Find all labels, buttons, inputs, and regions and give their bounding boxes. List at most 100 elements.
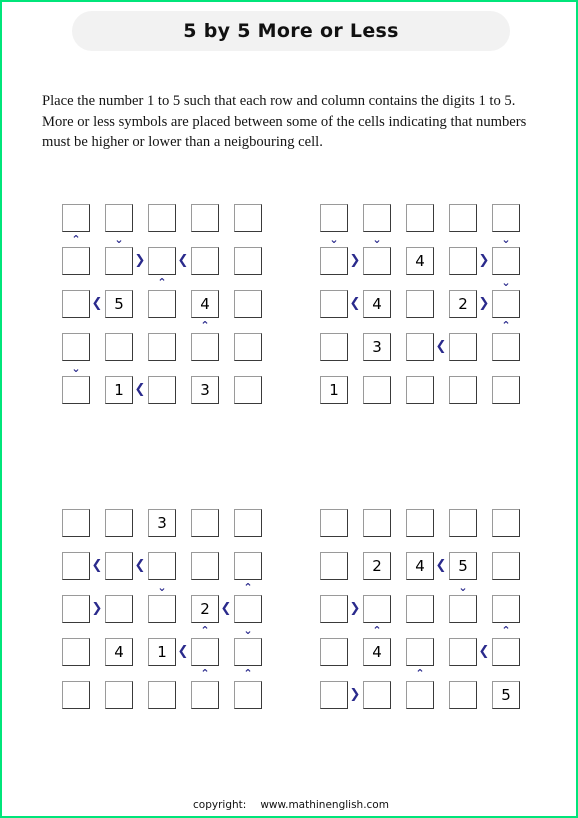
empty-cell-r1-c4[interactable]: [449, 204, 477, 232]
empty-cell-r4-c4[interactable]: [449, 333, 477, 361]
less-than-icon-r3-c1: ❮: [349, 296, 361, 311]
empty-cell-r3-c1[interactable]: [320, 290, 348, 318]
empty-cell-r3-c5[interactable]: [492, 290, 520, 318]
empty-cell-r3-c3[interactable]: [148, 290, 176, 318]
empty-cell-r4-c5[interactable]: [492, 333, 520, 361]
empty-cell-r5-c3[interactable]: [406, 376, 434, 404]
empty-cell-r1-c2[interactable]: [105, 204, 133, 232]
empty-cell-r3-c5[interactable]: [234, 595, 262, 623]
empty-cell-r3-c5[interactable]: [234, 290, 262, 318]
empty-cell-r2-c5[interactable]: [492, 552, 520, 580]
empty-cell-r2-c1[interactable]: [62, 552, 90, 580]
empty-cell-r5-c4[interactable]: [449, 681, 477, 709]
empty-cell-r2-c2[interactable]: [105, 247, 133, 275]
empty-cell-r4-c4[interactable]: [191, 333, 219, 361]
empty-cell-r4-c1[interactable]: [320, 333, 348, 361]
empty-cell-r4-c4[interactable]: [449, 638, 477, 666]
empty-cell-r5-c1[interactable]: [62, 376, 90, 404]
empty-cell-r4-c1[interactable]: [62, 638, 90, 666]
empty-cell-r5-c5[interactable]: [234, 376, 262, 404]
empty-cell-r3-c3[interactable]: [406, 595, 434, 623]
empty-cell-r2-c1[interactable]: [62, 247, 90, 275]
empty-cell-r1-c5[interactable]: [492, 509, 520, 537]
empty-cell-r4-c4[interactable]: [191, 638, 219, 666]
empty-cell-r4-c1[interactable]: [320, 638, 348, 666]
given-cell-r5-c1: 1: [320, 376, 348, 404]
empty-cell-r2-c5[interactable]: [492, 247, 520, 275]
empty-cell-r3-c1[interactable]: [62, 290, 90, 318]
empty-cell-r4-c3[interactable]: [406, 333, 434, 361]
less-than-icon-r2-c2: ❮: [134, 558, 146, 573]
empty-cell-r1-c1[interactable]: [62, 204, 90, 232]
greater-than-up-icon-r3-c5: ⌃: [501, 624, 511, 637]
copyright-label: copyright:: [193, 799, 247, 811]
greater-than-up-icon-r1-c1: ⌃: [71, 233, 81, 246]
empty-cell-r3-c1[interactable]: [320, 595, 348, 623]
empty-cell-r3-c2[interactable]: [363, 595, 391, 623]
given-cell-r5-c4: 3: [191, 376, 219, 404]
less-than-icon-r2-c3: ❮: [177, 253, 189, 268]
empty-cell-r5-c4[interactable]: [191, 681, 219, 709]
empty-cell-r3-c4[interactable]: [449, 595, 477, 623]
empty-cell-r5-c3[interactable]: [406, 681, 434, 709]
empty-cell-r3-c3[interactable]: [406, 290, 434, 318]
less-than-icon-r2-c1: ❮: [91, 558, 103, 573]
empty-cell-r5-c5[interactable]: [492, 376, 520, 404]
empty-cell-r1-c2[interactable]: [105, 509, 133, 537]
empty-cell-r5-c2[interactable]: [363, 681, 391, 709]
empty-cell-r4-c3[interactable]: [148, 333, 176, 361]
empty-cell-r5-c1[interactable]: [62, 681, 90, 709]
empty-cell-r2-c3[interactable]: [148, 552, 176, 580]
empty-cell-r1-c4[interactable]: [191, 204, 219, 232]
empty-cell-r2-c5[interactable]: [234, 552, 262, 580]
empty-cell-r5-c2[interactable]: [105, 681, 133, 709]
empty-cell-r2-c1[interactable]: [320, 247, 348, 275]
empty-cell-r2-c4[interactable]: [191, 247, 219, 275]
given-cell-r2-c4: 5: [449, 552, 477, 580]
empty-cell-r1-c3[interactable]: [406, 509, 434, 537]
puzzle-3: 3 2 4 1 ❮ ❮ ❯ ❮ ❮ ⌄ ⌃ ⌃ ⌄ ⌃ ⌃: [62, 509, 282, 724]
title-bar: 5 by 5 More or Less: [72, 11, 510, 51]
empty-cell-r3-c2[interactable]: [105, 595, 133, 623]
empty-cell-r4-c5[interactable]: [492, 638, 520, 666]
given-cell-r3-c2: 4: [363, 290, 391, 318]
empty-cell-r1-c5[interactable]: [234, 204, 262, 232]
empty-cell-r3-c5[interactable]: [492, 595, 520, 623]
empty-cell-r4-c2[interactable]: [105, 333, 133, 361]
empty-cell-r5-c2[interactable]: [363, 376, 391, 404]
empty-cell-r2-c2[interactable]: [363, 247, 391, 275]
greater-than-icon-r3-c4: ❯: [478, 296, 490, 311]
empty-cell-r2-c1[interactable]: [320, 552, 348, 580]
empty-cell-r5-c5[interactable]: [234, 681, 262, 709]
website-link[interactable]: www.mathinenglish.com: [260, 799, 389, 811]
empty-cell-r5-c3[interactable]: [148, 681, 176, 709]
empty-cell-r2-c4[interactable]: [449, 247, 477, 275]
empty-cell-r2-c4[interactable]: [191, 552, 219, 580]
empty-cell-r5-c4[interactable]: [449, 376, 477, 404]
empty-cell-r2-c5[interactable]: [234, 247, 262, 275]
empty-cell-r1-c2[interactable]: [363, 509, 391, 537]
empty-cell-r4-c3[interactable]: [406, 638, 434, 666]
less-than-down-icon-r2-c5: ⌄: [501, 276, 511, 289]
empty-cell-r4-c5[interactable]: [234, 638, 262, 666]
empty-cell-r4-c5[interactable]: [234, 333, 262, 361]
empty-cell-r1-c5[interactable]: [234, 509, 262, 537]
empty-cell-r3-c1[interactable]: [62, 595, 90, 623]
empty-cell-r1-c2[interactable]: [363, 204, 391, 232]
empty-cell-r1-c1[interactable]: [62, 509, 90, 537]
empty-cell-r1-c4[interactable]: [191, 509, 219, 537]
greater-than-up-icon-r3-c4: ⌃: [200, 319, 210, 332]
empty-cell-r4-c1[interactable]: [62, 333, 90, 361]
puzzle-1: 5 4 1 3 ❯ ❮ ❮ ❮ ⌃ ⌄ ⌃ ⌃ ⌄: [62, 204, 282, 419]
empty-cell-r5-c1[interactable]: [320, 681, 348, 709]
empty-cell-r1-c5[interactable]: [492, 204, 520, 232]
empty-cell-r2-c2[interactable]: [105, 552, 133, 580]
empty-cell-r5-c3[interactable]: [148, 376, 176, 404]
empty-cell-r1-c3[interactable]: [406, 204, 434, 232]
empty-cell-r1-c3[interactable]: [148, 204, 176, 232]
empty-cell-r1-c1[interactable]: [320, 509, 348, 537]
empty-cell-r2-c3[interactable]: [148, 247, 176, 275]
empty-cell-r1-c4[interactable]: [449, 509, 477, 537]
empty-cell-r3-c3[interactable]: [148, 595, 176, 623]
empty-cell-r1-c1[interactable]: [320, 204, 348, 232]
